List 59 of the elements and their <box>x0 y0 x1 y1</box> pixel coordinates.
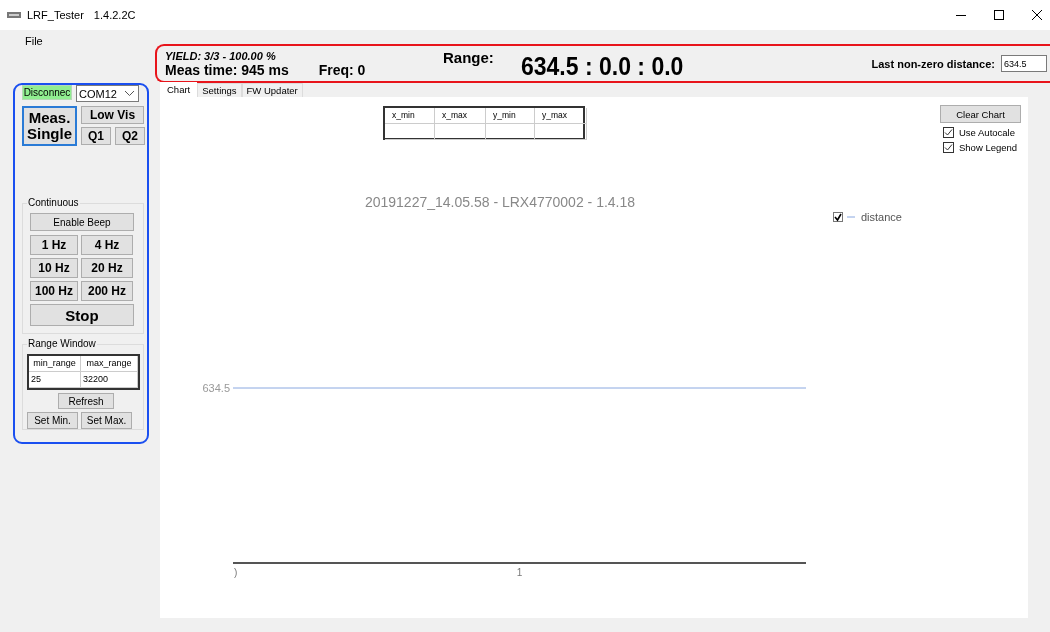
tab[interactable]: Chart <box>160 82 198 97</box>
stop-button[interactable]: Stop <box>30 304 134 326</box>
table-cell[interactable]: 25 <box>29 372 81 388</box>
single-measure-button[interactable]: Meas. Single <box>22 106 77 146</box>
low-vis-button[interactable]: Low Vis <box>81 106 144 124</box>
checkbox[interactable] <box>943 127 954 138</box>
port-select[interactable]: COM12 <box>76 85 139 102</box>
freq-text: Freq: 0 <box>318 61 366 78</box>
table-cell[interactable] <box>535 124 587 140</box>
rate-button[interactable]: 1 Hz <box>30 235 78 255</box>
app-icon <box>7 11 21 19</box>
refresh-button[interactable]: Refresh <box>58 393 114 409</box>
chart-title: 20191227_14.05.58 - LRX4770002 - 1.4.18 <box>364 194 636 210</box>
column-header: y_max <box>535 108 587 124</box>
caret-icon <box>125 91 134 96</box>
clear-chart-button[interactable]: Clear Chart <box>940 105 1021 123</box>
meas-time-text: Meas time: 945 ms <box>165 61 289 78</box>
checkbox[interactable] <box>943 142 954 153</box>
rate-button[interactable]: 20 Hz <box>81 258 133 278</box>
column-header: min_range <box>29 356 81 372</box>
legend-label: distance <box>861 211 902 223</box>
legend-checkbox[interactable] <box>833 212 843 222</box>
group-title: Range Window <box>27 338 97 349</box>
table-cell[interactable]: 32200 <box>81 372 138 388</box>
q-button[interactable]: Q2 <box>115 127 145 145</box>
tab[interactable]: FW Updater <box>241 83 303 97</box>
q-button[interactable]: Q1 <box>81 127 111 145</box>
range-value: 634.5 : 0.0 : 0.0 <box>520 52 684 81</box>
last-distance-field[interactable]: 634.5 <box>1001 55 1047 72</box>
x-tick-label: ) <box>234 567 238 578</box>
rate-button[interactable]: 10 Hz <box>30 258 78 278</box>
checkbox-label: Show Legend <box>959 142 1018 153</box>
window-title: LRF_Tester <box>27 9 84 21</box>
version-label: 1.4.2.2C <box>93 9 136 21</box>
menu-item[interactable]: File <box>25 35 43 47</box>
set-range-button[interactable]: Set Min. <box>27 412 78 429</box>
set-range-button[interactable]: Set Max. <box>81 412 132 429</box>
group-title: Continuous <box>27 197 80 208</box>
tab[interactable]: Settings <box>197 83 242 97</box>
yield-text: YIELD: 3/3 - 100.00 % <box>165 49 277 62</box>
maximize-icon[interactable] <box>994 10 1004 20</box>
last-distance-label: Last non-zero distance: <box>871 57 995 70</box>
rate-button[interactable]: 4 Hz <box>81 235 133 255</box>
rate-button[interactable]: 200 Hz <box>81 281 133 301</box>
table-cell[interactable] <box>385 124 435 140</box>
column-header: y_min <box>486 108 535 124</box>
column-header: x_max <box>435 108 486 124</box>
beep-button[interactable]: Enable Beep <box>30 213 134 231</box>
close-icon[interactable] <box>1032 10 1042 20</box>
x-tick-label: 1 <box>516 567 523 578</box>
table-cell[interactable] <box>435 124 486 140</box>
column-header: x_min <box>385 108 435 124</box>
checkbox-label: Use Autocale <box>959 127 1015 138</box>
range-label: Range: <box>443 49 494 66</box>
rate-button[interactable]: 100 Hz <box>30 281 78 301</box>
connect-button[interactable]: Disconnec <box>22 85 72 100</box>
column-header: max_range <box>81 356 138 372</box>
table-cell[interactable] <box>486 124 535 140</box>
y-tick-label: 634.5 <box>202 382 230 394</box>
